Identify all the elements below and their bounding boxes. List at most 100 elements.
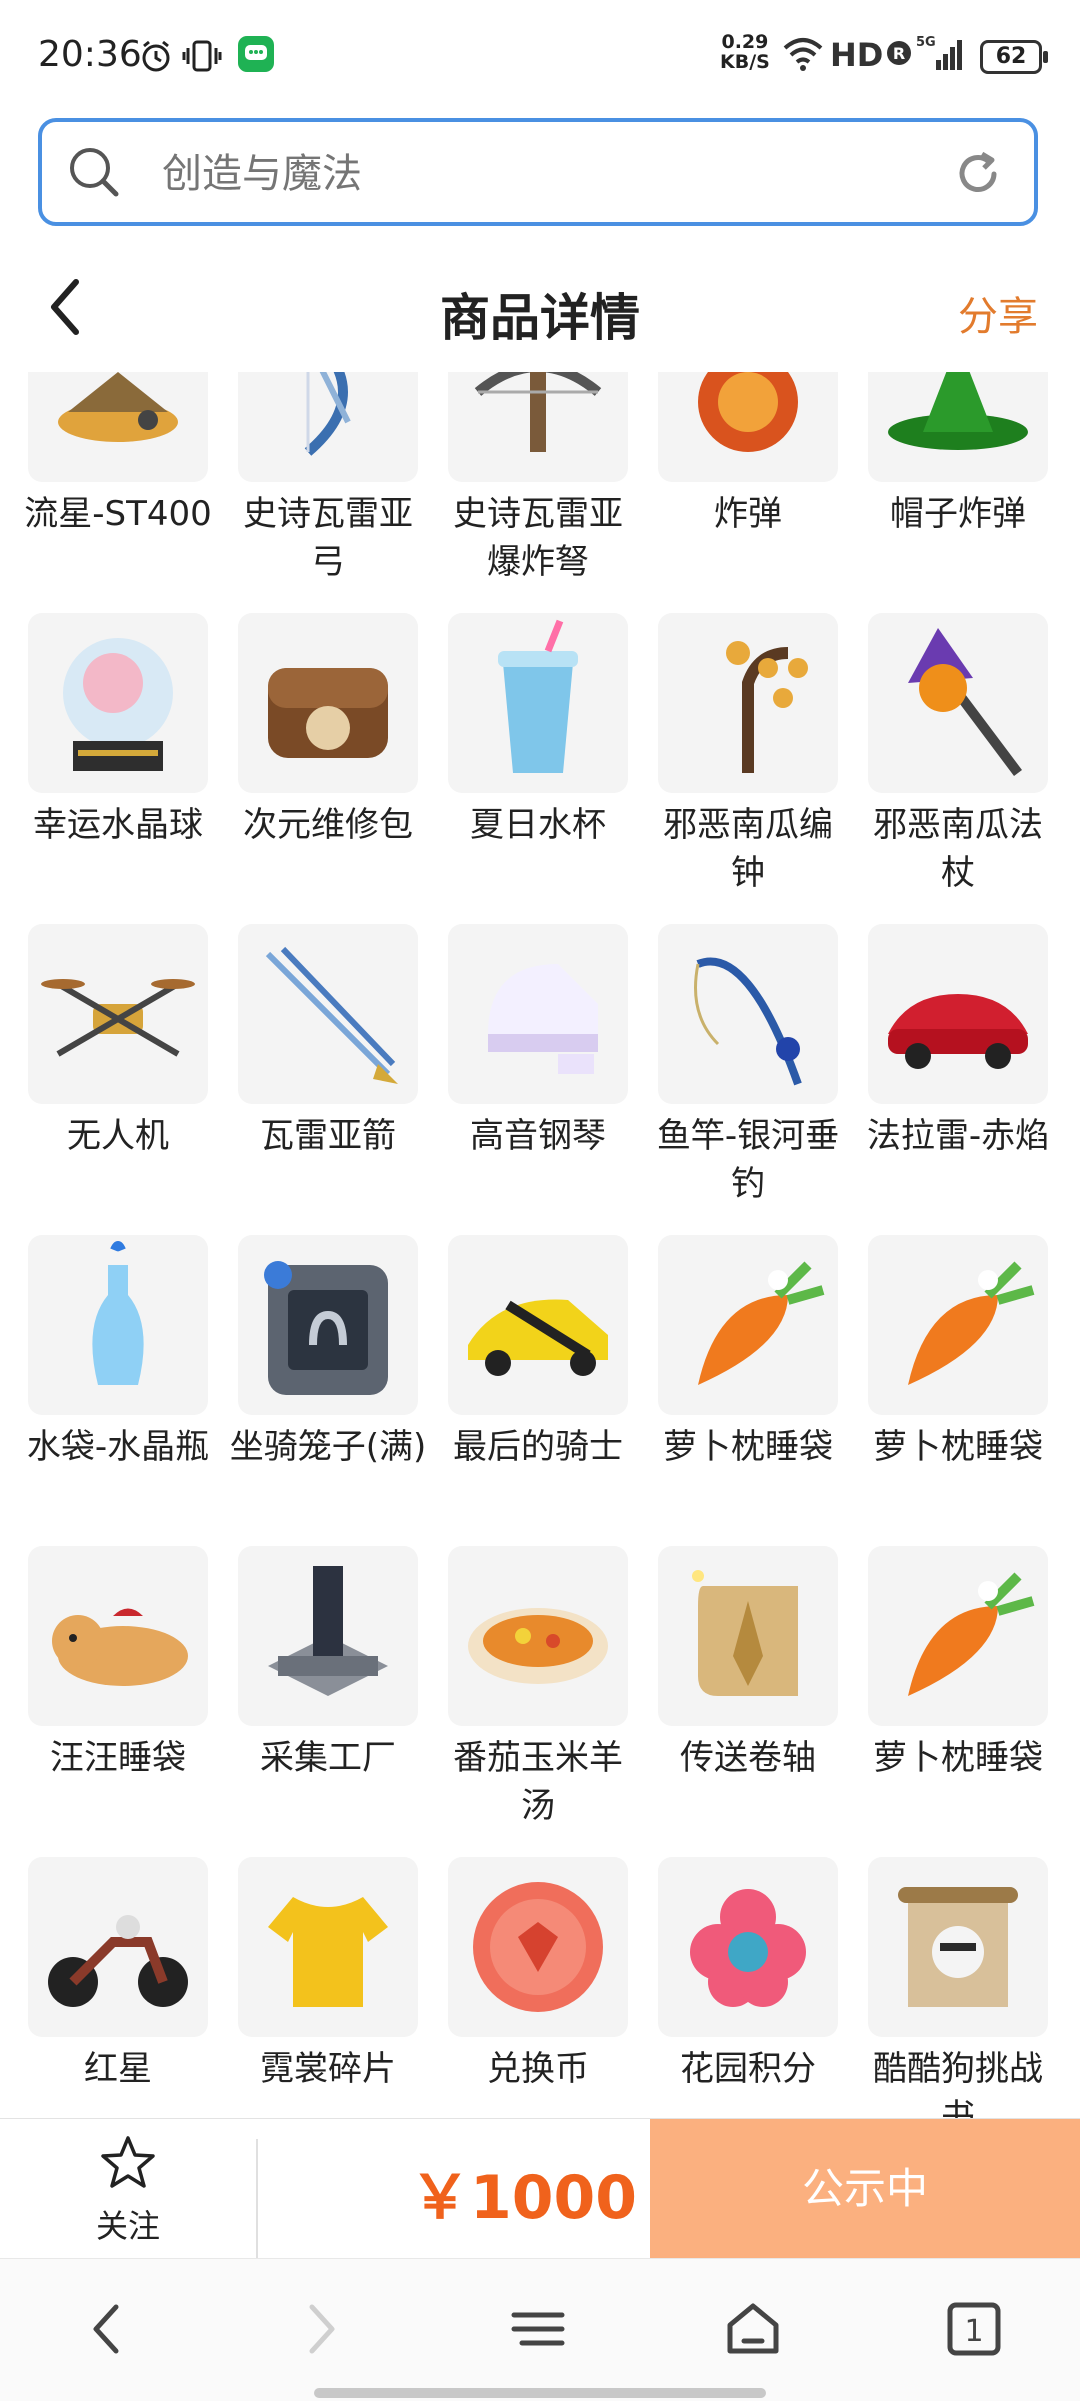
shirt-icon bbox=[238, 1857, 418, 2037]
nav-forward-icon[interactable] bbox=[302, 2299, 342, 2363]
hovercraft-icon bbox=[28, 372, 208, 482]
dog-icon bbox=[28, 1546, 208, 1726]
drone-icon bbox=[28, 924, 208, 1104]
item-cell[interactable]: 番茄玉米羊汤 bbox=[438, 1546, 648, 1857]
bomb-icon bbox=[658, 372, 838, 482]
item-name: 萝卜枕睡袋 bbox=[873, 1427, 1043, 1467]
item-name: 萝卜枕睡袋 bbox=[663, 1427, 833, 1467]
item-name: 无人机 bbox=[67, 1116, 169, 1156]
share-button[interactable]: 分享 bbox=[958, 284, 1038, 342]
item-cell[interactable]: 炸弹 bbox=[648, 372, 858, 613]
item-cell[interactable]: 传送卷轴 bbox=[648, 1546, 858, 1857]
refresh-icon[interactable] bbox=[952, 148, 1004, 204]
tabs-icon[interactable]: 1 bbox=[944, 2299, 1004, 2363]
item-cell[interactable]: 酷酷狗挑战书 bbox=[858, 1857, 1068, 2118]
item-name: 采集工厂 bbox=[260, 1738, 396, 1778]
tabs-count: 1 bbox=[964, 2314, 983, 2349]
item-cell[interactable]: 邪恶南瓜法杖 bbox=[858, 613, 1068, 924]
wifi-icon bbox=[782, 36, 824, 76]
divider bbox=[256, 2139, 258, 2259]
item-cell[interactable]: 坐骑笼子(满) bbox=[228, 1235, 438, 1546]
item-name: 炸弹 bbox=[714, 494, 782, 534]
bow-icon bbox=[238, 372, 418, 482]
search-input[interactable] bbox=[160, 150, 964, 198]
item-cell[interactable]: 花园积分 bbox=[648, 1857, 858, 2118]
item-name: 流星-ST400 bbox=[24, 494, 212, 534]
crystal-ball-icon bbox=[28, 613, 208, 793]
item-cell[interactable]: 夏日水杯 bbox=[438, 613, 648, 924]
item-cell[interactable]: 最后的骑士 bbox=[438, 1235, 648, 1546]
item-cell[interactable]: 邪恶南瓜编钟 bbox=[648, 613, 858, 924]
hat-bomb-icon bbox=[868, 372, 1048, 482]
carrot-icon bbox=[868, 1235, 1048, 1415]
item-name: 红星 bbox=[84, 2049, 152, 2089]
page-header: 商品详情 分享 bbox=[0, 250, 1080, 370]
item-cell[interactable]: 流星-ST400 bbox=[18, 372, 228, 613]
nav-back-icon[interactable] bbox=[86, 2299, 126, 2363]
flower-icon bbox=[658, 1857, 838, 2037]
item-name: 次元维修包 bbox=[243, 805, 413, 845]
item-name: 邪恶南瓜编钟 bbox=[663, 805, 833, 893]
home-indicator bbox=[314, 2388, 766, 2398]
item-name: 汪汪睡袋 bbox=[50, 1738, 186, 1778]
vibrate-icon bbox=[182, 38, 222, 78]
repair-bag-icon bbox=[238, 613, 418, 793]
fishing-rod-icon bbox=[658, 924, 838, 1104]
bell-tree-icon bbox=[658, 613, 838, 793]
item-name: 坐骑笼子(满) bbox=[229, 1427, 427, 1467]
pumpkin-staff-icon bbox=[868, 613, 1048, 793]
search-bar[interactable] bbox=[38, 118, 1038, 226]
item-name: 瓦雷亚箭 bbox=[260, 1116, 396, 1156]
item-name: 番茄玉米羊汤 bbox=[453, 1738, 623, 1826]
registered-icon: R bbox=[886, 40, 912, 70]
factory-icon bbox=[238, 1546, 418, 1726]
item-name: 史诗瓦雷亚爆炸弩 bbox=[453, 494, 623, 582]
hd-indicator: HD bbox=[830, 36, 884, 74]
item-name: 传送卷轴 bbox=[680, 1738, 816, 1778]
carrot-icon bbox=[658, 1235, 838, 1415]
message-app-icon bbox=[236, 34, 276, 78]
item-cell[interactable]: 幸运水晶球 bbox=[18, 613, 228, 924]
crossbow-icon bbox=[448, 372, 628, 482]
motorcycle-icon bbox=[28, 1857, 208, 2037]
svg-text:R: R bbox=[893, 44, 905, 63]
item-cell[interactable]: 鱼竿-银河垂钓 bbox=[648, 924, 858, 1235]
item-cell[interactable]: 瓦雷亚箭 bbox=[228, 924, 438, 1235]
item-name: 帽子炸弹 bbox=[890, 494, 1026, 534]
wanted-poster-icon bbox=[868, 1857, 1048, 2037]
cage-icon bbox=[238, 1235, 418, 1415]
item-cell[interactable]: 次元维修包 bbox=[228, 613, 438, 924]
item-name: 萝卜枕睡袋 bbox=[873, 1738, 1043, 1778]
item-cell[interactable]: 兑换币 bbox=[438, 1857, 648, 2118]
svg-text:5G: 5G bbox=[916, 35, 936, 50]
item-cell[interactable]: 霓裳碎片 bbox=[228, 1857, 438, 2118]
item-cell[interactable]: 萝卜枕睡袋 bbox=[858, 1235, 1068, 1546]
item-name: 水袋-水晶瓶 bbox=[26, 1427, 210, 1467]
coin-icon bbox=[448, 1857, 628, 2037]
yellow-car-icon bbox=[448, 1235, 628, 1415]
item-cell[interactable]: 史诗瓦雷亚爆炸弩 bbox=[438, 372, 648, 613]
item-cell[interactable]: 史诗瓦雷亚弓 bbox=[228, 372, 438, 613]
item-name: 霓裳碎片 bbox=[260, 2049, 396, 2089]
publicity-status-button[interactable]: 公示中 bbox=[650, 2119, 1080, 2259]
battery-indicator: 62 bbox=[980, 40, 1048, 74]
item-cell[interactable]: 红星 bbox=[18, 1857, 228, 2118]
item-name: 幸运水晶球 bbox=[33, 805, 203, 845]
item-name: 邪恶南瓜法杖 bbox=[873, 805, 1043, 893]
item-cell[interactable]: 高音钢琴 bbox=[438, 924, 648, 1235]
item-cell[interactable]: 水袋-水晶瓶 bbox=[18, 1235, 228, 1546]
item-cell[interactable]: 萝卜枕睡袋 bbox=[858, 1546, 1068, 1857]
search-icon bbox=[66, 144, 122, 204]
item-cell[interactable]: 汪汪睡袋 bbox=[18, 1546, 228, 1857]
item-cell[interactable]: 无人机 bbox=[18, 924, 228, 1235]
item-cell[interactable]: 萝卜枕睡袋 bbox=[648, 1235, 858, 1546]
item-cell[interactable]: 法拉雷-赤焰 bbox=[858, 924, 1068, 1235]
menu-icon[interactable] bbox=[508, 2299, 568, 2363]
item-cell[interactable]: 帽子炸弹 bbox=[858, 372, 1068, 613]
water-bottle-icon bbox=[28, 1235, 208, 1415]
home-icon[interactable] bbox=[722, 2299, 784, 2363]
follow-button[interactable]: 关注 bbox=[0, 2119, 256, 2259]
item-name: 酷酷狗挑战书 bbox=[873, 2049, 1043, 2118]
carrot-icon bbox=[868, 1546, 1048, 1726]
item-cell[interactable]: 采集工厂 bbox=[228, 1546, 438, 1857]
